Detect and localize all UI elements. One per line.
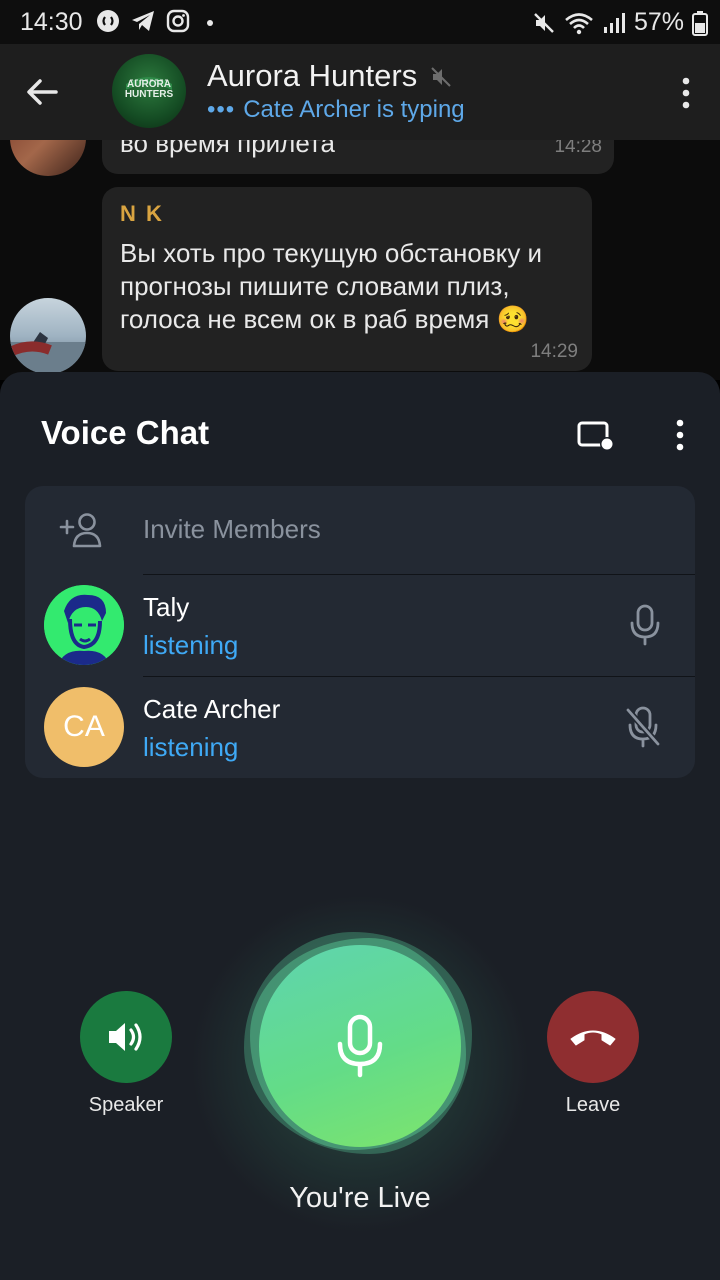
mic-icon <box>630 604 660 646</box>
dot-icon <box>207 20 213 26</box>
participant-row[interactable]: Taly listening <box>25 574 695 676</box>
typing-indicator: ••• Cate Archer is typing <box>207 96 465 124</box>
muted-chat-icon <box>431 67 451 87</box>
message-text: Вы хоть про текущую обстановку и прогноз… <box>120 238 543 334</box>
message-time: 14:28 <box>554 140 602 157</box>
leave-button[interactable] <box>547 991 639 1083</box>
shazam-icon <box>97 10 119 32</box>
typing-text: Cate Archer is typing <box>243 96 465 123</box>
participants-list: Invite Members Taly listening CA Cate Ar… <box>25 486 695 778</box>
chat-messages: во время прилета 14:28 N K Вы хоть про т… <box>0 140 720 380</box>
more-vert-icon[interactable] <box>680 76 692 110</box>
hang-up-icon <box>570 1030 616 1046</box>
group-avatar-text: AURORA HUNTERS <box>124 79 174 100</box>
mic-icon <box>337 1014 383 1078</box>
message-bubble[interactable]: во время прилета 14:28 <box>102 140 614 174</box>
message-text: во время прилета <box>120 140 336 158</box>
status-time: 14:30 <box>20 8 83 36</box>
battery-icon <box>692 10 708 36</box>
voice-chat-more-icon[interactable] <box>674 418 686 452</box>
telegram-icon <box>132 11 154 31</box>
message-time: 14:29 <box>530 341 578 362</box>
invite-members-label: Invite Members <box>143 514 321 544</box>
avatar <box>44 585 124 665</box>
speaker-label: Speaker <box>88 1094 164 1116</box>
avatar-photo-icon <box>44 585 124 665</box>
sender-avatar[interactable] <box>10 140 86 176</box>
screen-share-icon[interactable] <box>576 420 616 452</box>
voice-chat-panel: Voice Chat Invite Members Taly listening… <box>0 372 720 1280</box>
speaker-button[interactable] <box>80 991 172 1083</box>
instagram-icon <box>166 9 190 33</box>
speaker-icon <box>109 1023 142 1051</box>
wifi-icon <box>565 12 593 34</box>
participant-row[interactable]: CA Cate Archer listening <box>25 676 695 778</box>
mic-off-icon <box>625 706 661 748</box>
live-status-label: You're Live <box>289 1182 431 1214</box>
avatar: CA <box>44 687 124 767</box>
voice-chat-title: Voice Chat <box>41 414 210 451</box>
leave-label: Leave <box>565 1094 621 1116</box>
back-arrow-icon[interactable] <box>22 72 62 112</box>
group-avatar[interactable]: AURORA HUNTERS <box>112 54 186 128</box>
mic-toggle-button[interactable] <box>259 945 461 1147</box>
invite-members-row[interactable]: Invite Members <box>25 486 695 574</box>
participant-name: Cate Archer <box>143 694 281 724</box>
avatar-initials: CA <box>63 710 105 743</box>
signal-icon <box>603 12 625 33</box>
battery-percent: 57% <box>633 8 684 36</box>
status-bar: 14:30 57% <box>0 0 720 44</box>
typing-dots: ••• <box>207 96 236 123</box>
chat-header: AURORA HUNTERS Aurora Hunters ••• Cate A… <box>0 44 720 140</box>
message-sender: N K <box>120 201 164 226</box>
add-user-icon <box>59 513 102 548</box>
message-bubble[interactable]: N K Вы хоть про текущую обстановку и про… <box>102 187 592 371</box>
chat-title[interactable]: Aurora Hunters <box>207 58 417 94</box>
sender-avatar[interactable] <box>10 298 86 374</box>
participant-status: listening <box>143 630 239 660</box>
participant-status: listening <box>143 732 239 762</box>
mute-icon <box>534 12 554 33</box>
participant-name: Taly <box>143 592 190 622</box>
avatar-photo-icon <box>10 332 86 374</box>
